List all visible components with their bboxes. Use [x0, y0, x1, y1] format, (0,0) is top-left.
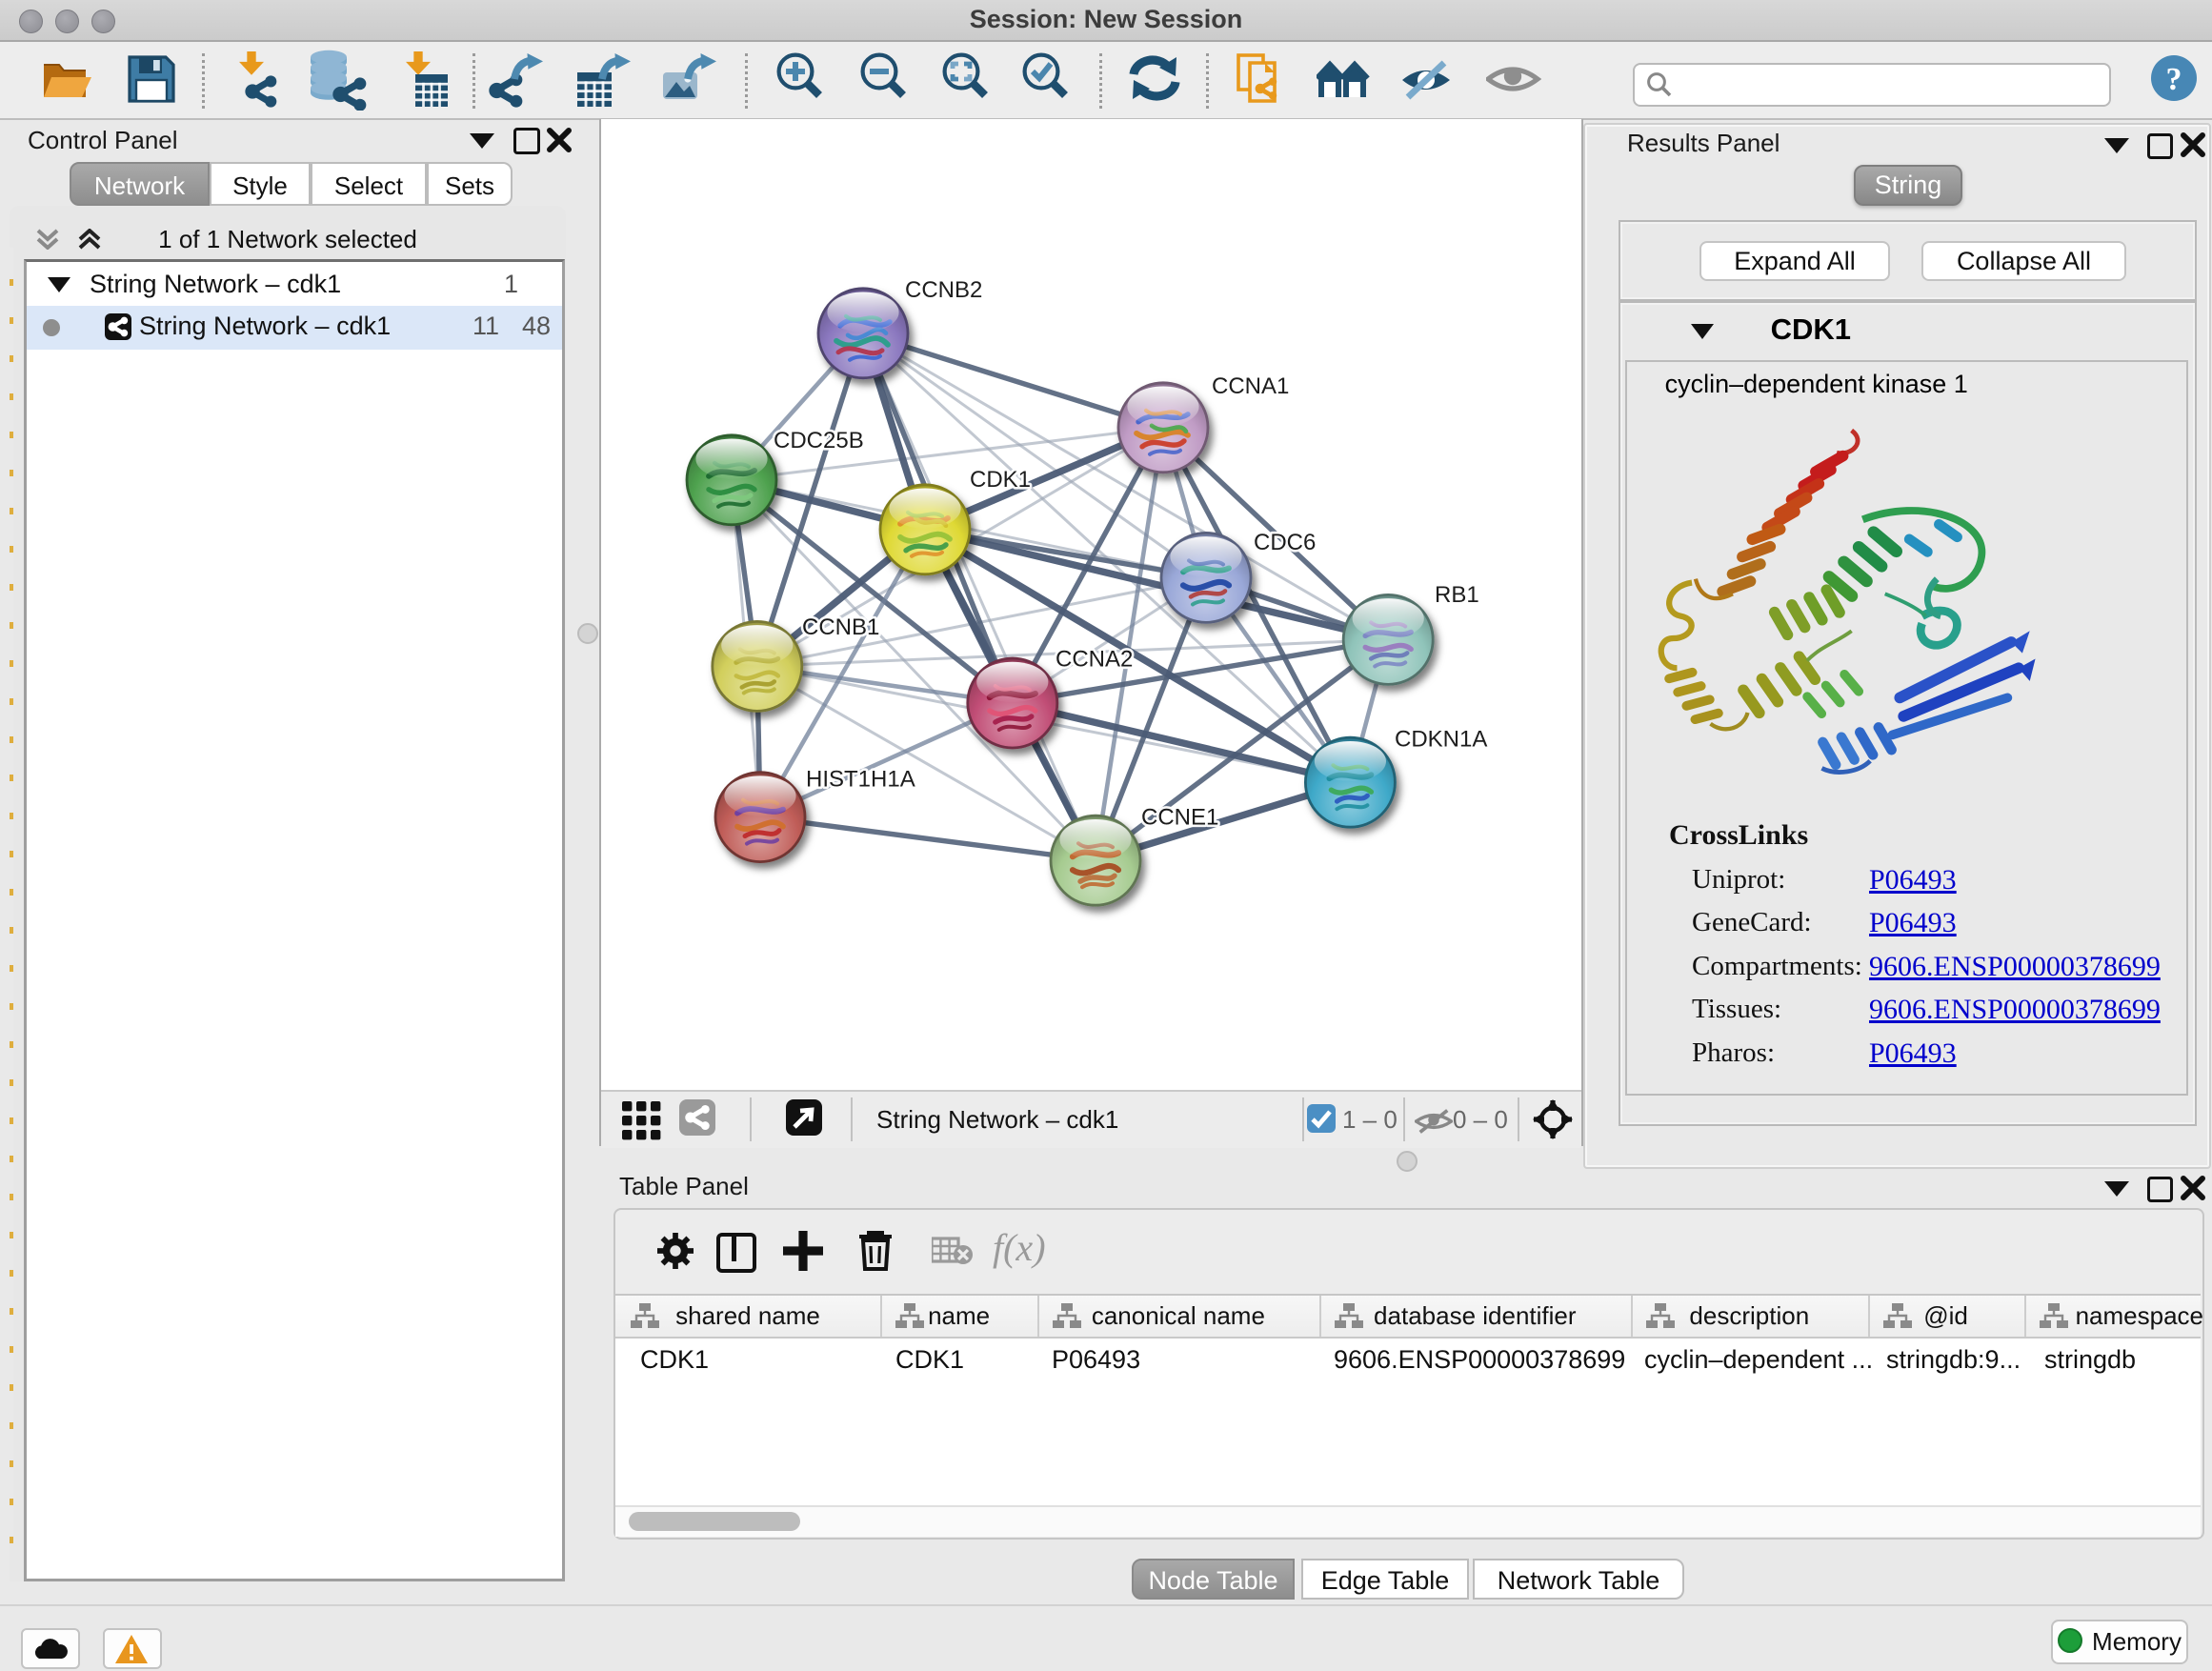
- svg-text:CCNE1: CCNE1: [1141, 805, 1218, 831]
- svg-text:CCNA1: CCNA1: [1212, 373, 1289, 399]
- svg-text:CCNB2: CCNB2: [905, 277, 982, 303]
- svg-text:RB1: RB1: [1435, 582, 1479, 608]
- svg-text:CDKN1A: CDKN1A: [1395, 727, 1487, 753]
- svg-text:CDC25B: CDC25B: [774, 428, 864, 453]
- svg-text:CCNB1: CCNB1: [802, 614, 879, 640]
- svg-text:?: ?: [2166, 62, 2182, 97]
- svg-text:HIST1H1A: HIST1H1A: [806, 767, 915, 793]
- svg-text:CDC6: CDC6: [1254, 530, 1316, 555]
- svg-text:CCNA2: CCNA2: [1056, 646, 1133, 672]
- svg-text:CDK1: CDK1: [970, 467, 1031, 493]
